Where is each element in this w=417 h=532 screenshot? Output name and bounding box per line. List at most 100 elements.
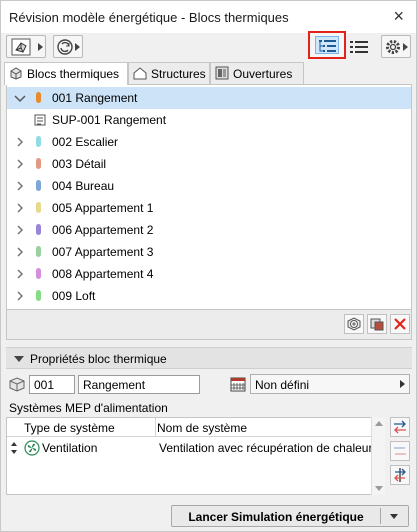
thermal-block-icon bbox=[10, 67, 22, 80]
tree-row-001[interactable]: 001 Rangement bbox=[7, 87, 411, 109]
systems-table: Type de système Nom de système Ventilati… bbox=[6, 417, 384, 495]
tab-structures[interactable]: Structures bbox=[128, 62, 210, 84]
list-icon bbox=[350, 41, 368, 53]
sort-system-button[interactable] bbox=[390, 465, 410, 485]
chevron-right-icon[interactable] bbox=[16, 224, 24, 236]
flat-list-button[interactable] bbox=[346, 35, 372, 58]
sort-icon bbox=[394, 468, 406, 482]
tree-row-label: 001 Rangement bbox=[52, 91, 138, 105]
column-header-name[interactable]: Nom de système bbox=[157, 418, 247, 436]
tree-row-002[interactable]: 002 Escalier bbox=[7, 131, 411, 153]
launch-simulation-label: Lancer Simulation énergétique bbox=[188, 510, 364, 524]
tree-row-label: 008 Appartement 4 bbox=[52, 267, 154, 281]
table-row[interactable]: Ventilation Ventilation avec récupératio… bbox=[7, 438, 373, 458]
chevron-down-icon[interactable] bbox=[390, 514, 398, 519]
tree-list-icon bbox=[319, 40, 336, 52]
toolbar bbox=[1, 33, 416, 61]
title-bar: Révision modèle énergétique - Blocs ther… bbox=[1, 1, 416, 33]
block-id-field[interactable]: 001 bbox=[29, 375, 75, 394]
chevron-right-icon[interactable] bbox=[16, 290, 24, 302]
model-view-button[interactable] bbox=[6, 35, 46, 58]
chevron-right-icon[interactable] bbox=[16, 136, 24, 148]
scroll-down-arrow[interactable] bbox=[375, 486, 383, 491]
delete-block-button[interactable] bbox=[390, 314, 410, 334]
add-block-icon bbox=[347, 317, 361, 331]
chevron-right-icon[interactable] bbox=[16, 158, 24, 170]
tree-view-button[interactable] bbox=[308, 31, 346, 59]
window-title: Révision modèle énergétique - Blocs ther… bbox=[9, 10, 289, 25]
scroll-up-arrow[interactable] bbox=[375, 421, 383, 426]
tab-label: Blocs thermiques bbox=[27, 67, 120, 81]
color-swatch bbox=[36, 246, 41, 257]
tree-row-007[interactable]: 007 Appartement 3 bbox=[7, 241, 411, 263]
tab-label: Structures bbox=[151, 67, 206, 81]
tree-row-label: 005 Appartement 1 bbox=[52, 201, 154, 215]
properties-panel-header[interactable]: Propriétés bloc thermique bbox=[6, 347, 412, 369]
tree-row-009[interactable]: 009 Loft bbox=[7, 285, 411, 307]
color-swatch bbox=[36, 224, 41, 235]
tree-row-005[interactable]: 005 Appartement 1 bbox=[7, 197, 411, 219]
system-name-cell: Ventilation avec récupération de chaleur bbox=[159, 441, 373, 455]
settings-button[interactable] bbox=[381, 35, 411, 58]
add-link-icon bbox=[394, 420, 406, 434]
delete-x-icon bbox=[394, 318, 406, 330]
window: Révision modèle énergétique - Blocs ther… bbox=[0, 0, 417, 532]
gear-icon bbox=[386, 40, 400, 54]
tree-row-006[interactable]: 006 Appartement 2 bbox=[7, 219, 411, 241]
systems-section-label: Systèmes MEP d'alimentation bbox=[9, 401, 168, 415]
opening-icon bbox=[215, 66, 229, 80]
chevron-right-icon[interactable] bbox=[16, 268, 24, 280]
tab-thermal-blocks[interactable]: Blocs thermiques bbox=[4, 62, 128, 85]
launch-simulation-button[interactable]: Lancer Simulation énergétique bbox=[171, 505, 409, 527]
chevron-right-icon[interactable] bbox=[16, 202, 24, 214]
assign-block-button[interactable] bbox=[367, 314, 387, 334]
fan-icon bbox=[24, 440, 40, 456]
tree-row-008[interactable]: 008 Appartement 4 bbox=[7, 263, 411, 285]
tree-actions-bar bbox=[6, 310, 412, 340]
tree-row-label: 009 Loft bbox=[52, 289, 96, 303]
color-swatch bbox=[36, 268, 41, 279]
add-system-button[interactable] bbox=[390, 417, 410, 437]
collapse-triangle-icon[interactable] bbox=[14, 356, 24, 362]
tab-openings[interactable]: Ouvertures bbox=[210, 62, 304, 84]
close-icon[interactable]: × bbox=[393, 7, 404, 25]
chevron-right-icon[interactable] bbox=[16, 180, 24, 192]
operation-profile-icon bbox=[230, 377, 246, 392]
tree-row-label: 004 Bureau bbox=[52, 179, 115, 193]
color-swatch bbox=[36, 180, 41, 191]
color-swatch bbox=[36, 158, 41, 169]
system-type-cell: Ventilation bbox=[42, 441, 98, 455]
3d-model-icon bbox=[11, 38, 31, 56]
chevron-down-icon[interactable] bbox=[14, 93, 26, 105]
remove-system-button[interactable] bbox=[390, 441, 410, 461]
tree-row-label: 003 Détail bbox=[52, 157, 107, 171]
color-swatch bbox=[36, 92, 41, 103]
block-name-field[interactable]: Rangement bbox=[78, 375, 200, 394]
tree-row-004[interactable]: 004 Bureau bbox=[7, 175, 411, 197]
color-swatch bbox=[36, 136, 41, 147]
split-divider bbox=[380, 508, 381, 524]
column-divider[interactable] bbox=[155, 418, 156, 436]
tree-row-label: 002 Escalier bbox=[52, 135, 119, 149]
tab-bar: Blocs thermiques Structures Ouvertures bbox=[1, 62, 416, 85]
operation-profile-dropdown[interactable]: Non défini bbox=[250, 374, 410, 394]
tree-row-label: 007 Appartement 3 bbox=[52, 245, 154, 259]
reorder-handle-icon[interactable] bbox=[10, 441, 18, 455]
unlink-icon bbox=[394, 447, 406, 455]
systems-scrollbar[interactable] bbox=[371, 417, 385, 495]
tree-row-label: 006 Appartement 2 bbox=[52, 223, 154, 237]
thermal-block-id-icon bbox=[9, 377, 25, 392]
refresh-button[interactable] bbox=[53, 35, 83, 58]
operation-profile-value: Non défini bbox=[255, 378, 310, 392]
surface-icon bbox=[34, 114, 46, 126]
color-swatch bbox=[36, 202, 41, 213]
color-swatch bbox=[36, 290, 41, 301]
add-block-button[interactable] bbox=[344, 314, 364, 334]
column-header-type[interactable]: Type de système bbox=[24, 418, 115, 436]
chevron-right-icon[interactable] bbox=[16, 246, 24, 258]
tree-row-003[interactable]: 003 Détail bbox=[7, 153, 411, 175]
block-name-value: Rangement bbox=[83, 378, 146, 392]
chevron-right-icon bbox=[400, 380, 405, 388]
block-id-value: 001 bbox=[34, 378, 55, 392]
tree-row-sup-001[interactable]: SUP-001 Rangement bbox=[7, 109, 411, 131]
